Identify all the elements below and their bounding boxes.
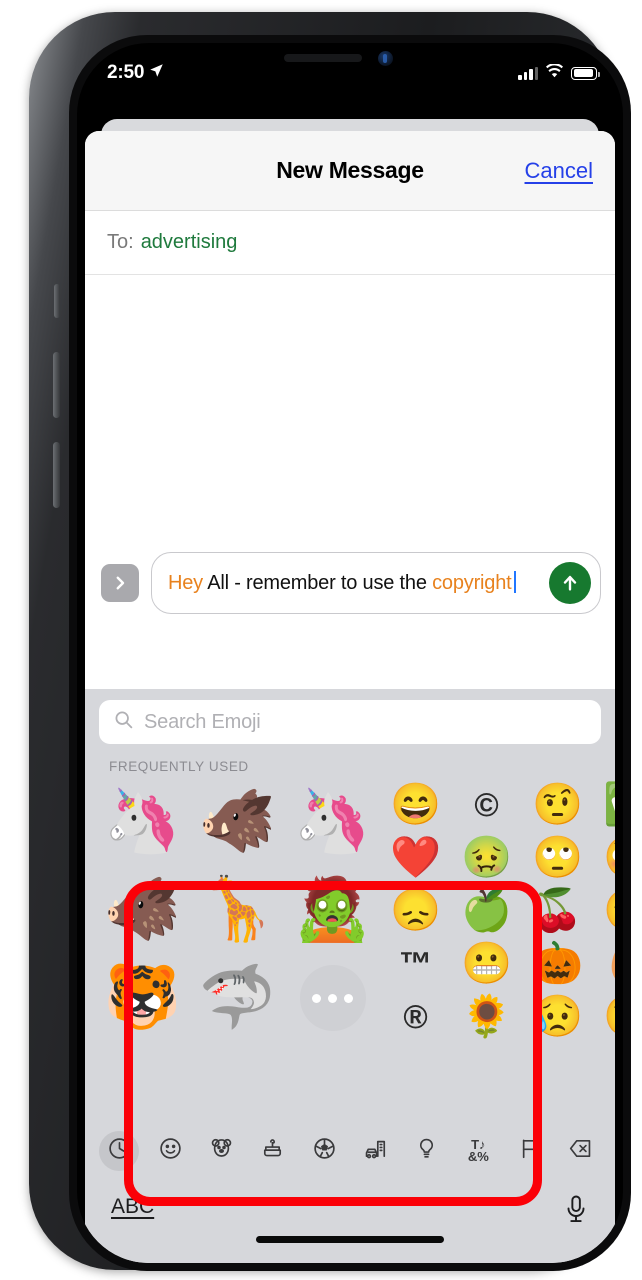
new-message-sheet: New Message Cancel To: advertising Hey A…	[85, 131, 615, 1263]
emoji-column-7: ✅😳😴🥚😘	[593, 778, 615, 1043]
memoji-unicorn-mind-blown[interactable]: 🦄	[285, 778, 380, 866]
message-input[interactable]: Hey All - remember to use the copyright	[151, 552, 601, 614]
category-symbols[interactable]: T♪ &%	[458, 1131, 498, 1171]
status-time: 2:50	[107, 62, 145, 83]
emoji-column-6: 🤨 🙄 🍒 🎃 😥	[522, 778, 593, 1043]
memoji-giraffe-heart[interactable]: 🦒	[190, 866, 285, 954]
memoji-zombie-star-eyes[interactable]: 🧟	[285, 866, 380, 954]
emoji-disappointed-face[interactable]: 😞	[380, 884, 451, 937]
emoji-sleeping-face[interactable]: 😴	[593, 884, 615, 937]
category-food-drink[interactable]	[253, 1131, 293, 1171]
memoji-more-button[interactable]	[285, 954, 380, 1042]
memoji-column-2: 🐗 🦒 🦈	[190, 778, 285, 1043]
search-input[interactable]: Search Emoji	[99, 700, 601, 744]
wifi-icon	[545, 62, 564, 83]
category-frequently-used[interactable]	[99, 1131, 139, 1171]
flag-icon	[517, 1136, 542, 1166]
emoji-raised-eyebrow[interactable]: 🤨	[522, 778, 593, 831]
category-smileys-people[interactable]	[150, 1131, 190, 1171]
emoji-jack-o-lantern[interactable]: 🎃	[522, 937, 593, 990]
notch	[244, 43, 456, 76]
clock-icon	[107, 1136, 132, 1166]
smiley-icon	[158, 1136, 183, 1166]
front-camera-icon	[378, 51, 393, 66]
memoji-column-1: 🦄 🐗 🐯	[95, 778, 190, 1043]
memoji-tiger-heart-eyes[interactable]: 🐯	[95, 954, 190, 1042]
emoji-flushed-face[interactable]: 😳	[593, 831, 615, 884]
message-text: Hey All - remember to use the copyright	[168, 570, 517, 596]
emoji-grinning-smiling-eyes[interactable]: 😄	[380, 778, 451, 831]
emoji-egg[interactable]: 🥚	[593, 937, 615, 990]
backspace-delete-icon	[568, 1136, 593, 1166]
microphone-icon[interactable]	[563, 1195, 589, 1230]
abc-keyboard-button[interactable]: ABC	[111, 1195, 154, 1219]
emoji-search-row: Search Emoji	[85, 689, 615, 751]
keyboard-bottom-bar: ABC	[85, 1177, 615, 1263]
category-animals-nature[interactable]	[202, 1131, 242, 1171]
emoji-check-mark-button[interactable]: ✅	[593, 778, 615, 831]
memoji-boar-sleeping[interactable]: 🐗	[95, 866, 190, 954]
emoji-grid: 🦄🐗🐯🐗🦒🦈🦄🧟😄❤️😞™®©🤢🍏😬🌻🤨🙄🍒🎃😥✅😳😴🥚😘	[85, 778, 615, 1043]
building-car-icon	[363, 1136, 388, 1166]
emoji-copyright[interactable]: ©	[451, 778, 522, 831]
bear-icon	[209, 1136, 234, 1166]
category-objects[interactable]	[407, 1131, 447, 1171]
memoji-shark-heart-eyes[interactable]: 🦈	[190, 954, 285, 1042]
phone-screen: 2:50 New Message Cancel To: advertising …	[77, 43, 623, 1263]
home-indicator[interactable]	[256, 1236, 444, 1243]
compose-body	[85, 275, 615, 541]
location-arrow-icon	[149, 63, 164, 83]
to-label: To:	[107, 231, 134, 253]
emoji-cherries[interactable]: 🍒	[522, 884, 593, 937]
mute-switch[interactable]	[54, 284, 60, 318]
chevron-right-icon[interactable]	[101, 564, 139, 602]
page-title: New Message	[276, 157, 424, 183]
status-bar-left: 2:50	[107, 62, 164, 84]
section-label: FREQUENTLY USED	[109, 759, 249, 774]
emoji-trade-mark[interactable]: ™	[380, 937, 451, 990]
battery-icon	[571, 66, 600, 80]
earpiece-speaker	[284, 54, 362, 62]
category-delete[interactable]	[561, 1131, 601, 1171]
emoji-sad-but-relieved-face[interactable]: 😥	[522, 990, 593, 1043]
phone-frame: 2:50 New Message Cancel To: advertising …	[29, 12, 631, 1271]
sheet-header: New Message Cancel	[85, 131, 615, 211]
emoji-grimacing-face[interactable]: 😬	[451, 937, 522, 990]
memoji-column-3: 🦄 🧟	[285, 778, 380, 1043]
message-input-row: Hey All - remember to use the copyright	[85, 541, 615, 625]
soccer-ball-icon	[312, 1136, 337, 1166]
search-placeholder: Search Emoji	[144, 710, 261, 733]
emoji-registered[interactable]: ®	[380, 990, 451, 1043]
symbols-icon: T♪ &%	[467, 1137, 489, 1164]
memoji-more-button[interactable]	[299, 965, 366, 1031]
emoji-rolling-eyes[interactable]: 🙄	[522, 831, 593, 884]
text-caret	[514, 571, 517, 593]
emoji-category-bar: T♪ &%	[85, 1125, 615, 1177]
to-recipient-value[interactable]: advertising	[141, 231, 238, 254]
cellular-signal-icon	[518, 66, 538, 80]
memoji-unicorn-heart[interactable]: 🦄	[95, 778, 190, 866]
status-bar-right	[518, 62, 600, 83]
lightbulb-icon	[414, 1136, 439, 1166]
volume-down-button[interactable]	[53, 442, 60, 508]
emoji-keyboard: Search Emoji FREQUENTLY USED 🦄 🐗 🐯 🐗 🦒 🦈 🦄 🧟 😄 ❤️…	[85, 689, 615, 1263]
emoji-green-apple[interactable]: 🍏	[451, 884, 522, 937]
category-travel-places[interactable]	[356, 1131, 396, 1171]
category-flags[interactable]	[510, 1131, 550, 1171]
category-activity[interactable]	[304, 1131, 344, 1171]
emoji-face-blowing-kiss[interactable]: 😘	[593, 990, 615, 1043]
emoji-sunflower[interactable]: 🌻	[451, 990, 522, 1043]
volume-up-button[interactable]	[53, 352, 60, 418]
cancel-button[interactable]: Cancel	[525, 158, 593, 184]
send-button[interactable]	[549, 562, 591, 604]
emoji-nauseated-face[interactable]: 🤢	[451, 831, 522, 884]
emoji-column-5: © 🤢 🍏 😬 🌻	[451, 778, 522, 1043]
food-icon	[260, 1136, 285, 1166]
emoji-column-4: 😄 ❤️ 😞 ™ ®	[380, 778, 451, 1043]
search-icon	[113, 709, 134, 735]
to-field[interactable]: To: advertising	[85, 211, 615, 275]
emoji-red-heart[interactable]: ❤️	[380, 831, 451, 884]
memoji-boar-laughing-tears[interactable]: 🐗	[190, 778, 285, 866]
